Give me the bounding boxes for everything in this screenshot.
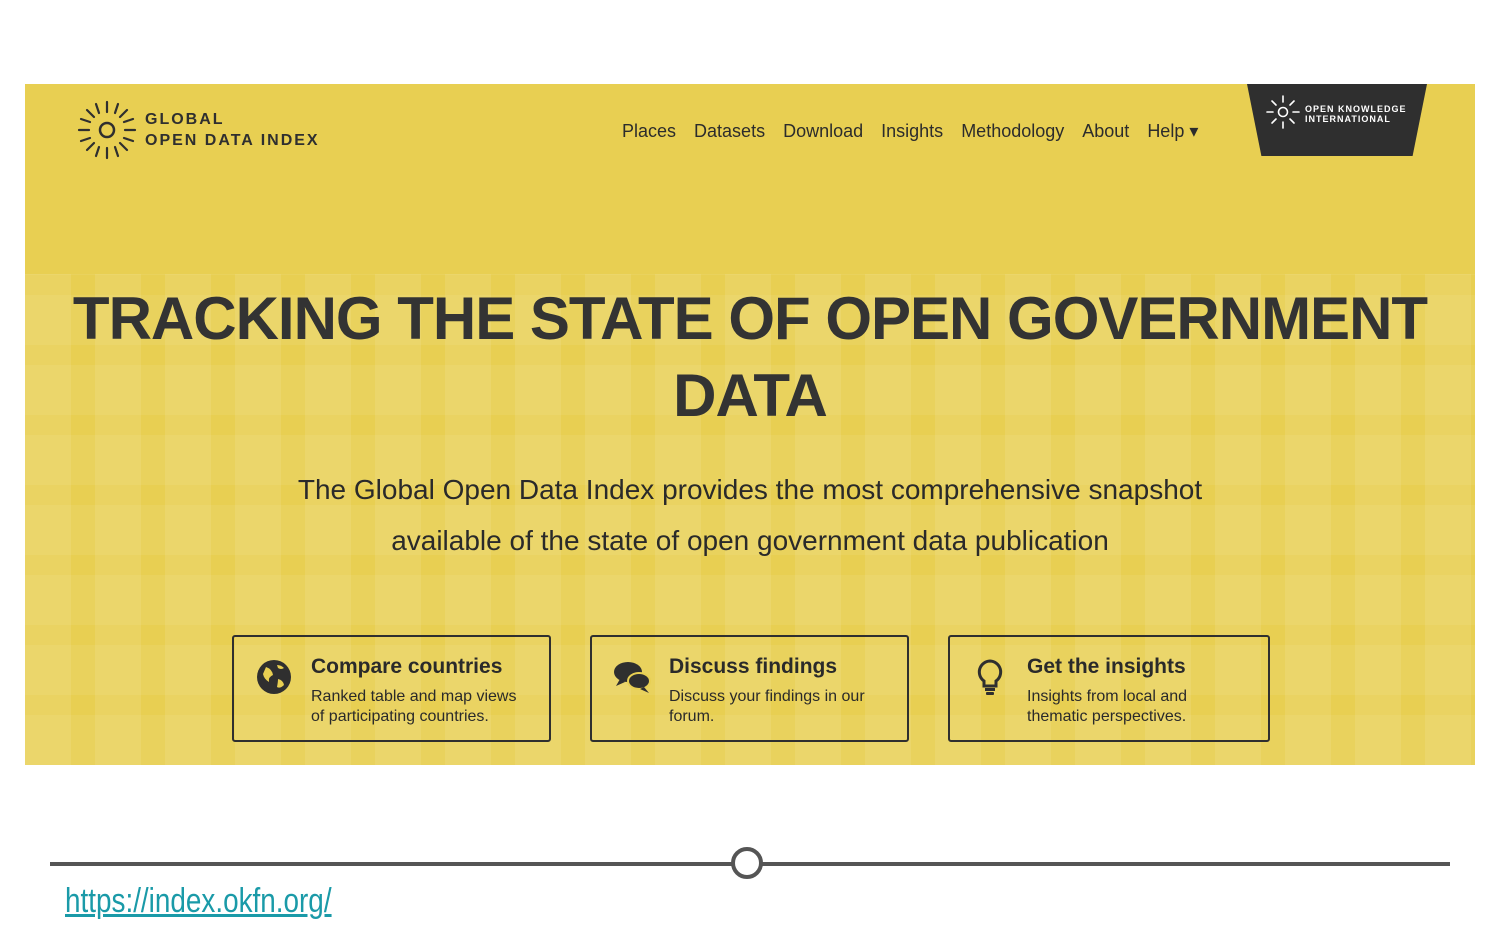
nav-download[interactable]: Download: [783, 121, 863, 142]
okfn-line1: OPEN KNOWLEDGE: [1305, 104, 1407, 114]
card-desc-line1: Discuss your findings in our: [669, 688, 865, 705]
nav-about[interactable]: About: [1082, 121, 1129, 142]
nav-methodology[interactable]: Methodology: [961, 121, 1064, 142]
nav-help-dropdown[interactable]: Help ▾: [1147, 121, 1198, 142]
website-screenshot: GLOBAL OPEN DATA INDEX Places Datasets D…: [25, 84, 1475, 765]
card-description: Insights from local and thematic perspec…: [1027, 687, 1257, 727]
brand-line2: OPEN DATA INDEX: [145, 132, 320, 149]
okfn-sunburst-icon: [1266, 95, 1300, 129]
card-desc-line1: Ranked table and map views: [311, 688, 517, 705]
brand-line1: GLOBAL: [145, 111, 225, 128]
card-title: Get the insights: [1027, 655, 1186, 678]
card-get-insights[interactable]: Get the insights Insights from local and…: [948, 635, 1270, 742]
nav-datasets[interactable]: Datasets: [694, 121, 765, 142]
sunburst-logo-icon: [77, 100, 137, 160]
main-nav: Places Datasets Download Insights Method…: [622, 121, 1198, 142]
card-discuss-findings[interactable]: Discuss findings Discuss your findings i…: [590, 635, 909, 742]
hero-subtitle-line2: available of the state of open governmen…: [391, 525, 1109, 556]
hero-title-line2: DATA: [673, 362, 828, 429]
nav-places[interactable]: Places: [622, 121, 676, 142]
source-url-link[interactable]: https://index.okfn.org/: [65, 882, 332, 921]
card-desc-line1: Insights from local and: [1027, 688, 1188, 705]
card-desc-line2: of participating countries.: [311, 708, 489, 725]
card-title: Compare countries: [311, 655, 503, 678]
hero-subtitle: The Global Open Data Index provides the …: [225, 464, 1275, 566]
card-compare-countries[interactable]: Compare countries Ranked table and map v…: [232, 635, 551, 742]
card-title: Discuss findings: [669, 655, 838, 678]
okfn-label: OPEN KNOWLEDGE INTERNATIONAL: [1305, 104, 1407, 124]
card-desc-line2: thematic perspectives.: [1027, 708, 1187, 725]
card-description: Ranked table and map views of participat…: [311, 687, 541, 727]
divider-circle: [731, 847, 763, 879]
hero-title: TRACKING THE STATE OF OPEN GOVERNMENT DA…: [25, 280, 1475, 434]
hero-title-line1: TRACKING THE STATE OF OPEN GOVERNMENT: [72, 285, 1428, 352]
hero-subtitle-line1: The Global Open Data Index provides the …: [297, 474, 1203, 505]
okfn-badge[interactable]: OPEN KNOWLEDGE INTERNATIONAL: [1247, 84, 1427, 156]
card-description: Discuss your findings in our forum.: [669, 687, 899, 727]
lightbulb-icon: [977, 659, 1003, 695]
brand-name: GLOBAL OPEN DATA INDEX: [145, 109, 320, 151]
globe-icon: [257, 660, 291, 694]
chat-bubbles-icon: [614, 662, 651, 693]
okfn-line2: INTERNATIONAL: [1305, 114, 1391, 124]
site-logo[interactable]: GLOBAL OPEN DATA INDEX: [77, 100, 320, 160]
card-desc-line2: forum.: [669, 708, 715, 725]
nav-insights[interactable]: Insights: [881, 121, 943, 142]
